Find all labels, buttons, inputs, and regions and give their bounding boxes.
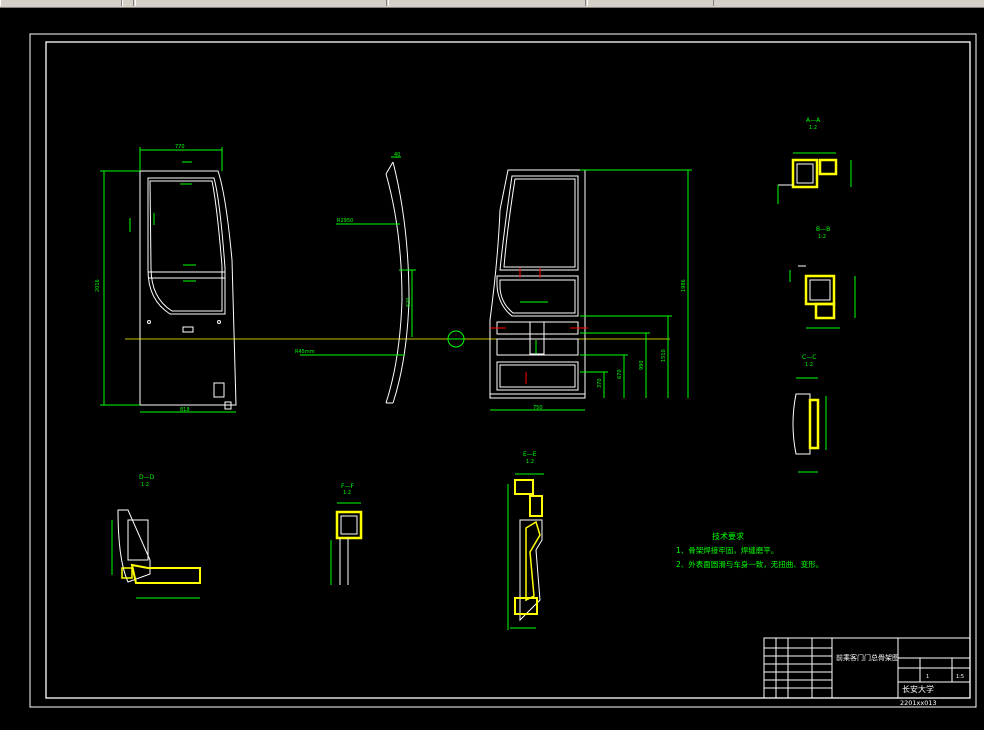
section-scale: 1:2 — [818, 234, 826, 240]
front-view — [100, 147, 237, 413]
section-bb: B—B 1:2 — [789, 226, 856, 329]
section-label: B—B — [816, 226, 830, 233]
dim-text: R45mm — [295, 349, 315, 355]
dim-text: 1986 — [681, 279, 687, 292]
notes-title: 技术要求 — [712, 531, 744, 541]
section-label: D—D — [139, 474, 155, 481]
drawing-qty: 1 — [926, 674, 929, 680]
rear-view-dim-text: 1986 750 1510 990 670 370 — [533, 279, 687, 411]
section-scale: 1:2 — [343, 490, 351, 496]
drawing-scale: 1:5 — [956, 674, 964, 680]
drawing-name: 前乘客门门总骨架图 — [836, 653, 899, 662]
side-view-dim-text: 40 R2950 R45mm 620 — [295, 152, 412, 355]
section-aa: A—A 1:2 — [777, 117, 852, 204]
section-label: E—E — [523, 451, 537, 458]
cad-drawing-canvas[interactable]: 770 2016 818 40 R2950 R45mm 620 1986 750… — [0, 8, 984, 726]
dim-text: 670 — [617, 369, 623, 379]
notes-line: 2、外表面圆滑与车身一致，无扭曲、变形。 — [676, 559, 823, 569]
section-cc: C—C 1:2 — [792, 354, 827, 473]
section-label: C—C — [802, 354, 816, 361]
rear-view-cut-marks — [490, 268, 588, 384]
toolbar-segment[interactable] — [587, 0, 714, 6]
rear-view — [489, 169, 586, 399]
dim-text: 2016 — [95, 279, 101, 292]
dim-text: 770 — [175, 144, 185, 150]
section-scale: 1:2 — [805, 362, 813, 368]
outer-border — [29, 33, 977, 708]
dim-text: 818 — [180, 407, 190, 413]
section-scale: 1:2 — [809, 125, 817, 131]
toolbar-segment[interactable] — [0, 0, 122, 6]
section-label: A—A — [806, 117, 821, 124]
side-view — [300, 156, 416, 404]
section-dd: D—D 1:2 — [111, 474, 201, 599]
dim-text: 40 — [394, 152, 400, 158]
drawing-sheet: 770 2016 818 40 R2950 R45mm 620 1986 750… — [29, 33, 977, 708]
section-label: F—F — [341, 483, 354, 490]
application-toolbar — [0, 0, 984, 8]
toolbar-segment[interactable] — [122, 0, 134, 6]
section-ff: F—F 1:2 — [330, 483, 363, 585]
drawing-code: 2201xx013 — [900, 699, 937, 707]
title-block — [763, 637, 971, 699]
section-scale: 1:2 — [526, 459, 534, 465]
section-ee: E—E 1:2 — [507, 451, 544, 630]
title-block-text: 前乘客门门总骨架图 长安大学 2201xx013 1:5 1 — [836, 653, 964, 707]
rear-view-dims — [490, 169, 692, 411]
dim-text: 1510 — [661, 349, 667, 362]
dim-text: 620 — [406, 297, 412, 307]
dim-text: 370 — [597, 378, 603, 388]
dim-text: 750 — [533, 405, 543, 411]
section-scale: 1:2 — [141, 482, 149, 488]
technical-notes: 技术要求 1、骨架焊接牢固，焊缝磨平。 2、外表面圆滑与车身一致，无扭曲、变形。 — [676, 531, 823, 569]
dim-text: R2950 — [337, 218, 353, 224]
dim-text: 990 — [639, 360, 645, 370]
toolbar-segment[interactable] — [388, 0, 586, 6]
toolbar-segment[interactable] — [135, 0, 387, 6]
school-name: 长安大学 — [902, 684, 934, 694]
notes-line: 1、骨架焊接牢固，焊缝磨平。 — [676, 545, 778, 555]
